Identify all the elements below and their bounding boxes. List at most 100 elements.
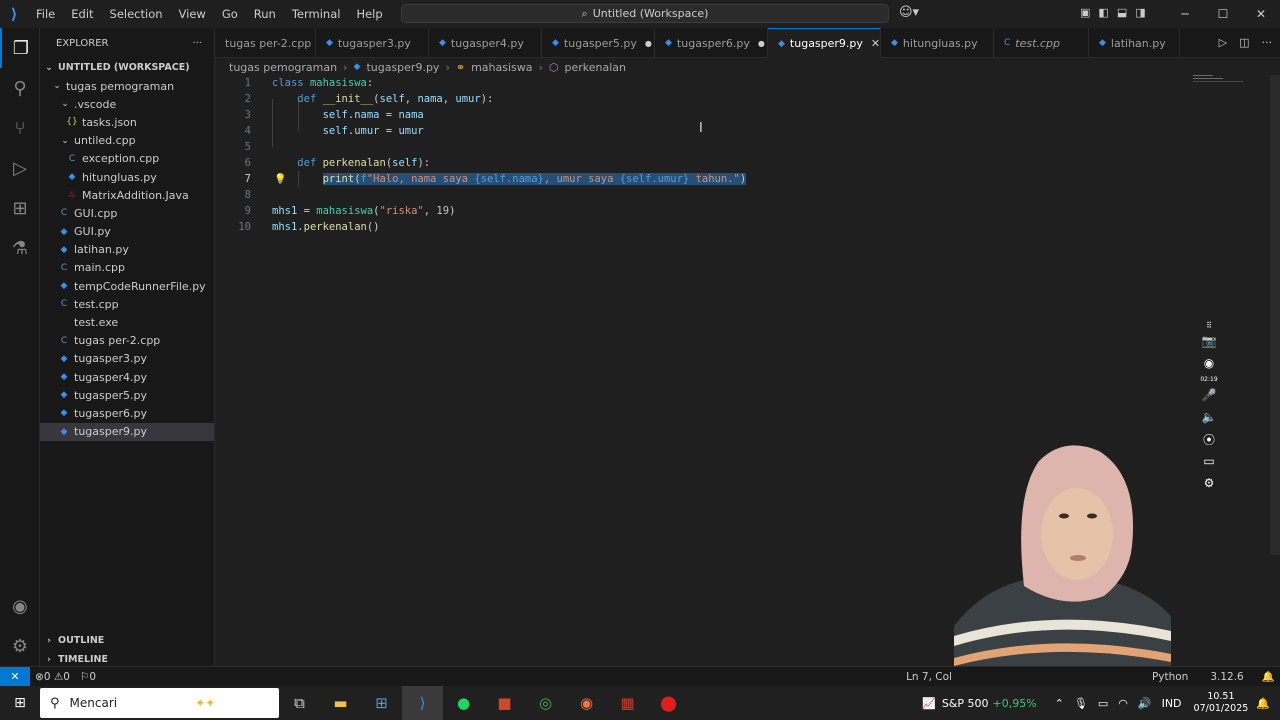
file-hitungluas-py[interactable]: ◆ hitungluas.py (40, 168, 214, 186)
account-icon[interactable]: ◉ (0, 586, 40, 626)
file-test-cpp[interactable]: Ctest.cpp (40, 295, 214, 313)
ports-indicator[interactable]: ⚐0 (75, 671, 101, 683)
toggle-sidebar-icon[interactable]: ◧ (1098, 6, 1108, 19)
recorder-settings-icon[interactable]: ⚙ (1204, 472, 1215, 494)
problems-indicator[interactable]: ⊗0 ⚠0 (30, 671, 75, 683)
file-test-exe[interactable]: test.exe (40, 313, 214, 331)
battery-icon[interactable]: ▭ (1098, 697, 1108, 710)
extensions-icon[interactable]: ⊞ (0, 188, 40, 228)
minimize-icon[interactable]: ─ (1166, 0, 1204, 28)
file-tugas-per-2-cpp[interactable]: Ctugas per-2.cpp (40, 332, 214, 350)
firefox-icon[interactable]: ◉ (566, 686, 607, 720)
speaker-icon[interactable]: 🔈 (1202, 406, 1217, 428)
breadcrumb-method[interactable]: perkenalan (565, 61, 627, 74)
file-latihan-py[interactable]: ◆ latihan.py (40, 241, 214, 259)
tab-tugasper5-py[interactable]: ◆ tugasper5.py ● (542, 28, 655, 58)
tab-tugas-per-2-cpp[interactable]: tugas per-2.cpp (215, 28, 316, 58)
folder-vscode[interactable]: ⌄ .vscode (40, 95, 214, 113)
microphone-icon[interactable]: 🎤 (1202, 384, 1217, 406)
powerpoint-icon[interactable]: ■ (484, 686, 525, 720)
copilot-icon[interactable]: ☺▾ (899, 5, 919, 20)
outline-section[interactable]: › OUTLINE (40, 631, 104, 650)
file-tempcoderunnerfile-py[interactable]: ◆ tempCodeRunnerFile.py (40, 277, 214, 295)
unsaved-dot-icon[interactable]: ● (645, 39, 652, 48)
chrome-icon[interactable]: ◎ (525, 686, 566, 720)
remote-window-icon[interactable]: ✕ (0, 666, 30, 687)
maximize-icon[interactable]: ☐ (1204, 0, 1242, 28)
taskbar-clock[interactable]: 10.51 07/01/2025 (1194, 691, 1249, 715)
search-view-icon[interactable]: ⚲ (0, 68, 40, 108)
tab-test-cpp[interactable]: Ctest.cpp (994, 28, 1089, 58)
spotify-icon[interactable]: ● (443, 686, 484, 720)
tab-hitungluas-py[interactable]: ◆ hitungluas.py (881, 28, 994, 58)
tab-tugasper9-py[interactable]: ◆ tugasper9.py ✕ (768, 28, 881, 58)
webcam-icon[interactable]: ⦿ (1203, 428, 1215, 450)
menu-help[interactable]: Help (348, 7, 390, 21)
settings-gear-icon[interactable]: ⚙ (0, 626, 40, 666)
menu-file[interactable]: File (28, 7, 63, 21)
input-language[interactable]: IND (1162, 697, 1182, 710)
microphone-icon[interactable]: 🎙 (1074, 697, 1088, 710)
file-tugasper6-py[interactable]: ◆ tugasper6.py (40, 404, 214, 422)
unsaved-dot-icon[interactable]: ● (758, 39, 765, 48)
tab-tugasper4-py[interactable]: ◆ tugasper4.py (429, 28, 542, 58)
chevron-up-icon[interactable]: ⌃ (1055, 697, 1064, 710)
file-explorer-icon[interactable]: ▬ (320, 686, 361, 720)
file-tasks-json[interactable]: {} tasks.json (40, 113, 214, 131)
wifi-icon[interactable]: ◠ (1118, 697, 1128, 710)
file-tugasper5-py[interactable]: ◆ tugasper5.py (40, 386, 214, 404)
vscode-taskbar-icon[interactable]: ⟩ (402, 686, 443, 720)
workspace-header[interactable]: ⌄ UNTITLED (WORKSPACE) (40, 58, 214, 77)
source-control-icon[interactable]: ⑂ (0, 108, 40, 148)
file-matrixaddition-java[interactable]: ♨ MatrixAddition.Java (40, 186, 214, 204)
screen-icon[interactable]: ▭ (1203, 450, 1214, 472)
tab-tugasper3-py[interactable]: ◆ tugasper3.py (316, 28, 429, 58)
close-window-icon[interactable]: ✕ (1242, 0, 1280, 28)
notification-icon[interactable]: 🔔 (1256, 697, 1270, 710)
split-editor-icon[interactable]: ◫ (1239, 36, 1249, 49)
file-tugasper3-py[interactable]: ◆ tugasper3.py (40, 350, 214, 368)
menu-terminal[interactable]: Terminal (284, 7, 349, 21)
menu-go[interactable]: Go (214, 7, 246, 21)
more-actions-icon[interactable]: ··· (1262, 36, 1273, 49)
menu-edit[interactable]: Edit (63, 7, 101, 21)
vertical-scrollbar[interactable] (1270, 75, 1280, 555)
toggle-secondary-sidebar-icon[interactable]: ◨ (1135, 6, 1145, 19)
menu-run[interactable]: Run (246, 7, 284, 21)
run-debug-icon[interactable]: ▷ (0, 148, 40, 188)
toggle-panel-icon[interactable]: ⬓ (1117, 6, 1127, 19)
recorder-app-icon[interactable]: ⬤ (648, 686, 689, 720)
winrar-icon[interactable]: ▦ (607, 686, 648, 720)
taskbar-search[interactable]: ⚲ Mencari ✦✦ (40, 688, 279, 718)
file-exception-cpp[interactable]: C exception.cpp (40, 150, 214, 168)
explorer-icon[interactable]: ❐ (0, 28, 40, 68)
folder-tugas-pemograman[interactable]: ⌄ tugas pemograman (40, 77, 214, 95)
windows-start-icon[interactable]: ⊞ (0, 686, 40, 720)
file-tugasper9-py[interactable]: ◆ tugasper9.py (40, 422, 214, 441)
breadcrumb-class[interactable]: mahasiswa (471, 61, 532, 74)
command-center-search[interactable]: ⌕ Untitled (Workspace) (401, 4, 889, 23)
breadcrumb-file[interactable]: tugasper9.py (366, 61, 439, 74)
folder-untiled-cpp[interactable]: ⌄ untiled.cpp (40, 132, 214, 150)
tab-tugasper6-py[interactable]: ◆ tugasper6.py ● (655, 28, 768, 58)
customize-layout-icon[interactable]: ▣ (1080, 6, 1090, 19)
record-stop-icon[interactable]: ◉ (1204, 352, 1214, 374)
close-tab-icon[interactable]: ✕ (871, 37, 880, 50)
file-gui-cpp[interactable]: C GUI.cpp (40, 204, 214, 222)
language-mode[interactable]: Python (1147, 671, 1193, 683)
file-gui-py[interactable]: ◆ GUI.py (40, 223, 214, 241)
camera-icon[interactable]: 📷 (1202, 330, 1217, 352)
microsoft-store-icon[interactable]: ⊞ (361, 686, 402, 720)
recorder-grip-icon[interactable]: ⠿ (1206, 320, 1212, 330)
run-file-icon[interactable]: ▷ (1219, 36, 1227, 49)
stock-name[interactable]: S&P 500 (942, 697, 989, 710)
menu-selection[interactable]: Selection (102, 7, 171, 21)
breadcrumb-folder[interactable]: tugas pemograman (229, 61, 337, 74)
more-actions-icon[interactable]: ··· (192, 38, 202, 49)
file-tugasper4-py[interactable]: ◆ tugasper4.py (40, 368, 214, 386)
file-main-cpp[interactable]: Cmain.cpp (40, 259, 214, 277)
tab-latihan-py[interactable]: ◆ latihan.py (1089, 28, 1180, 58)
python-version[interactable]: 3.12.6 (1205, 671, 1248, 683)
volume-icon[interactable]: 🔊 (1138, 697, 1152, 710)
testing-icon[interactable]: ⚗ (0, 228, 40, 268)
